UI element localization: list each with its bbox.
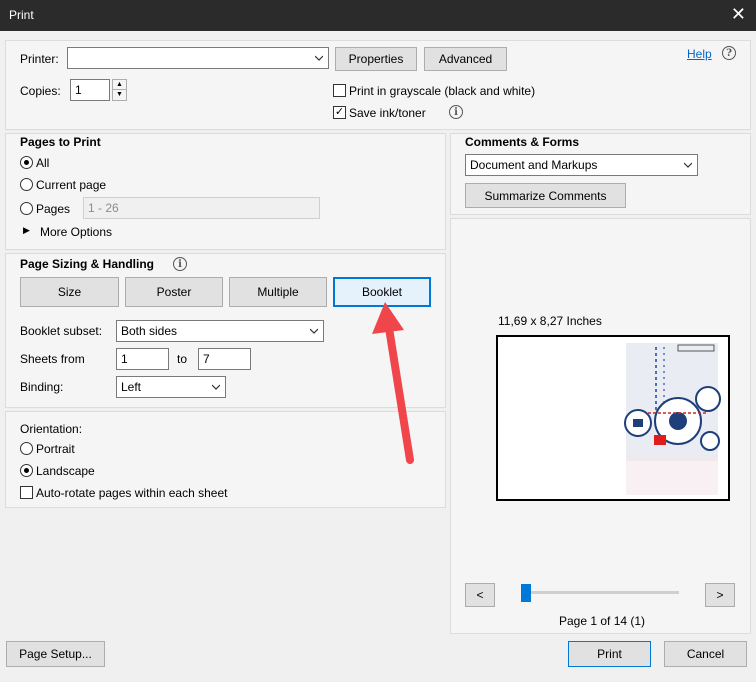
copies-label: Copies:: [20, 84, 61, 98]
help-link[interactable]: Help: [687, 47, 712, 61]
landscape-label: Landscape: [36, 464, 95, 478]
more-options-label[interactable]: More Options: [40, 225, 112, 239]
stepper-down-icon[interactable]: ▼: [112, 90, 127, 101]
expand-triangle-icon[interactable]: ▶: [23, 225, 30, 236]
tab-size[interactable]: Size: [20, 277, 119, 307]
sheets-from-input[interactable]: 1: [116, 348, 169, 370]
chevron-down-icon: [684, 162, 692, 168]
autorotate-label: Auto-rotate pages within each sheet: [36, 486, 228, 500]
page-setup-button[interactable]: Page Setup...: [6, 641, 105, 667]
binding-select[interactable]: Left: [116, 376, 226, 398]
tab-poster[interactable]: Poster: [125, 277, 223, 307]
preview-size-label: 11,69 x 8,27 Inches: [498, 314, 602, 328]
binding-label: Binding:: [20, 380, 64, 394]
print-button[interactable]: Print: [568, 641, 651, 667]
portrait-label: Portrait: [36, 442, 75, 456]
orientation-heading: Orientation:: [20, 422, 83, 436]
chevron-down-icon: [212, 384, 220, 390]
save-ink-checkbox[interactable]: ✓: [333, 106, 346, 119]
autorotate-checkbox[interactable]: [20, 486, 33, 499]
tab-multiple[interactable]: Multiple: [229, 277, 327, 307]
help-question-icon[interactable]: ?: [722, 46, 736, 60]
next-page-button[interactable]: >: [705, 583, 735, 607]
title-bar: Print ✕: [0, 0, 756, 31]
sheets-from-label: Sheets from: [20, 352, 85, 366]
page-info: Page 1 of 14 (1): [559, 614, 646, 628]
info-icon[interactable]: i: [449, 105, 463, 119]
summarize-comments-button[interactable]: Summarize Comments: [465, 183, 626, 208]
radio-landscape[interactable]: [20, 464, 33, 477]
radio-current-page[interactable]: [20, 178, 33, 191]
radio-pages[interactable]: [20, 202, 33, 215]
close-icon[interactable]: ✕: [731, 5, 746, 23]
properties-button[interactable]: Properties: [335, 47, 417, 71]
chevron-down-icon: [315, 55, 323, 61]
comments-select[interactable]: Document and Markups: [465, 154, 698, 176]
prev-page-button[interactable]: <: [465, 583, 495, 607]
advanced-button[interactable]: Advanced: [424, 47, 507, 71]
comments-heading: Comments & Forms: [465, 135, 580, 149]
sheets-to-input[interactable]: 7: [198, 348, 251, 370]
page-slider-thumb[interactable]: [521, 584, 531, 602]
grayscale-label: Print in grayscale (black and white): [349, 84, 536, 98]
booklet-subset-label: Booklet subset:: [20, 324, 103, 338]
window-title: Print: [9, 8, 34, 22]
sizing-heading: Page Sizing & Handling: [20, 257, 155, 271]
pages-range-input[interactable]: 1 - 26: [83, 197, 320, 219]
all-label: All: [36, 156, 50, 170]
pages-heading: Pages to Print: [20, 135, 101, 149]
preview-thumbnail: [624, 343, 721, 495]
cancel-button[interactable]: Cancel: [664, 641, 747, 667]
current-page-label: Current page: [36, 178, 107, 192]
grayscale-checkbox[interactable]: [333, 84, 346, 97]
annotation-arrow: [372, 302, 414, 464]
printer-label: Printer:: [20, 52, 59, 66]
radio-all[interactable]: [20, 156, 33, 169]
page-slider-track[interactable]: [521, 591, 679, 594]
copies-input[interactable]: 1: [70, 79, 110, 101]
sizing-info-icon[interactable]: i: [173, 257, 187, 271]
booklet-subset-select[interactable]: Both sides: [116, 320, 324, 342]
preview-page: [496, 335, 730, 501]
sheets-to-label: to: [177, 352, 188, 366]
printer-select[interactable]: [67, 47, 329, 69]
stepper-up-icon[interactable]: ▲: [112, 79, 127, 90]
radio-portrait[interactable]: [20, 442, 33, 455]
save-ink-label: Save ink/toner: [349, 106, 426, 120]
copies-stepper[interactable]: ▲ ▼: [112, 79, 127, 101]
chevron-down-icon: [310, 328, 318, 334]
pages-label: Pages: [36, 202, 71, 216]
